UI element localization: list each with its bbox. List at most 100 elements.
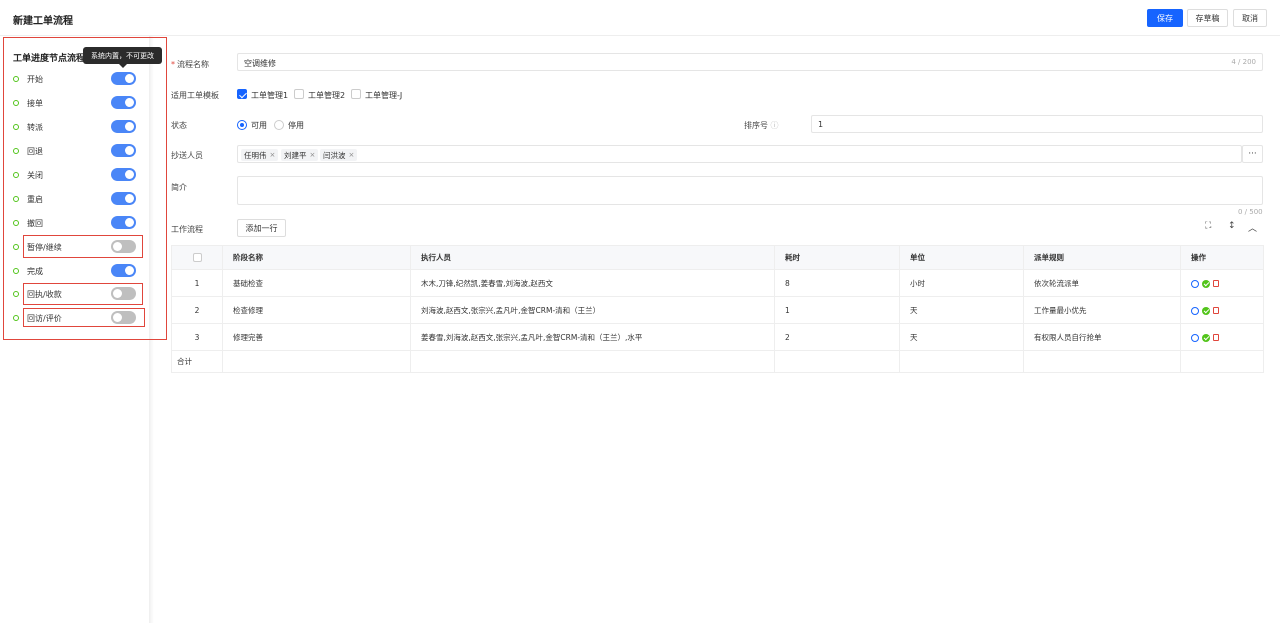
workflow-label: 工作流程 [171,225,203,234]
remove-icon[interactable]: × [270,151,276,159]
highlight-outline [23,283,143,305]
unit-cell[interactable]: 小时 [899,269,1024,297]
dispatch-rule-cell[interactable]: 有权限人员自行抢单 [1023,323,1181,351]
unit-cell[interactable]: 天 [899,296,1024,324]
sort-number-label: 排序号 ⓘ [744,121,779,130]
column-header: 操作 [1180,245,1264,270]
dispatch-rule-cell[interactable]: 依次轮流派单 [1023,269,1181,297]
fullscreen-icon[interactable]: ⛶ [1205,221,1211,231]
intro-textarea[interactable] [237,176,1263,205]
column-height-icon[interactable]: ↕ [1228,221,1236,231]
node-toggle[interactable] [111,72,136,85]
executors-cell[interactable]: 木木,刀锋,纪然凯,姜春雪,刘海波,赵西文 [410,269,775,297]
process-name-input[interactable]: 空调维修 4 / 200 [237,53,1263,71]
template-label: 适用工单模板 [171,91,219,100]
unit-cell[interactable]: 天 [899,323,1024,351]
node-label: 开始 [27,75,43,84]
column-header: 单位 [899,245,1024,270]
dispatch-rule-cell[interactable]: 工作量最小优先 [1023,296,1181,324]
status-label: 状态 [171,121,187,130]
node-dot-icon [13,100,19,106]
node-toggle[interactable] [111,192,136,205]
node-toggle[interactable] [111,96,136,109]
status-disabled-label: 停用 [288,121,304,130]
confirm-icon[interactable] [1202,306,1210,315]
node-dot-icon [13,76,19,82]
node-toggle[interactable] [111,168,136,181]
table-row[interactable]: 3 修理完善 姜春雪,刘海波,赵西文,张宗兴,孟凡叶,金智CRM-清和（王兰）,水平… [171,323,1264,351]
column-header: 阶段名称 [222,245,411,270]
template-checkbox-2[interactable] [294,89,304,99]
table-header-row: 阶段名称 执行人员 耗时 单位 派单规则 操作 [171,245,1264,270]
save-draft-button[interactable]: 存草稿 [1187,9,1228,27]
process-node: 重启 [0,192,150,206]
add-row-button[interactable]: 添加一行 [237,219,286,237]
page-title: 新建工单流程 [13,16,73,27]
settings-icon[interactable] [1191,333,1199,342]
sort-number-value: 1 [818,120,824,129]
delete-icon[interactable] [1213,307,1219,314]
node-label: 撤回 [27,219,43,228]
select-all-checkbox[interactable] [192,253,202,263]
status-available-radio[interactable] [237,120,247,130]
duration-cell[interactable]: 1 [774,296,900,324]
node-label: 接单 [27,99,43,108]
process-node: 关闭 [0,168,150,182]
node-dot-icon [13,315,19,321]
process-name-value: 空调维修 [244,59,276,68]
cc-tag[interactable]: 刘建平 × [281,149,319,161]
settings-icon[interactable] [1191,279,1199,288]
table-row[interactable]: 1 基础检查 木木,刀锋,纪然凯,姜春雪,刘海波,赵西文 8 小时 依次轮流派单 [171,269,1264,297]
cc-tag[interactable]: 任明伟 × [241,149,279,161]
node-label: 回退 [27,147,43,156]
process-node: 转派 [0,120,150,134]
status-disabled-radio[interactable] [274,120,284,130]
confirm-icon[interactable] [1202,333,1210,342]
cancel-button[interactable]: 取消 [1233,9,1267,27]
save-button[interactable]: 保存 [1147,9,1183,27]
process-name-label: * 流程名称 [171,60,209,69]
confirm-icon[interactable] [1202,279,1210,288]
executors-cell[interactable]: 姜春雪,刘海波,赵西文,张宗兴,孟凡叶,金智CRM-清和（王兰）,水平 [410,323,775,351]
stage-name-cell[interactable]: 检查修理 [222,296,411,324]
node-dot-icon [13,124,19,130]
remove-icon[interactable]: × [310,151,316,159]
template-checkbox-3[interactable] [351,89,361,99]
workflow-table: 阶段名称 执行人员 耗时 单位 派单规则 操作 1 基础检查 木木,刀锋,纪然凯,姜… [171,245,1264,373]
node-toggle[interactable] [111,264,136,277]
template-checkbox-1[interactable] [237,89,247,99]
sort-number-input[interactable]: 1 [811,115,1263,133]
executors-cell[interactable]: 刘海波,赵西文,张宗兴,孟凡叶,金智CRM-清和（王兰） [410,296,775,324]
table-row[interactable]: 2 检查修理 刘海波,赵西文,张宗兴,孟凡叶,金智CRM-清和（王兰） 1 天工作量最小… [171,296,1264,324]
settings-icon[interactable] [1191,306,1199,315]
node-dot-icon [13,196,19,202]
stage-name-cell[interactable]: 基础检查 [222,269,411,297]
column-header: 耗时 [774,245,900,270]
remove-icon[interactable]: × [349,151,355,159]
cc-tag[interactable]: 闫洪波 × [320,149,358,161]
status-available-label: 可用 [251,121,267,130]
collapse-icon[interactable]: ︿ [1248,221,1257,234]
template-option-1: 工单管理1 [251,91,289,100]
column-header: 执行人员 [410,245,775,270]
row-number: 1 [171,269,223,297]
process-node: 撤回 [0,216,150,230]
delete-icon[interactable] [1213,334,1219,341]
duration-cell[interactable]: 2 [774,323,900,351]
node-label: 关闭 [27,171,43,180]
template-option-3: 工单管理-J [365,91,403,100]
template-option-2: 工单管理2 [308,91,346,100]
more-icon[interactable]: ··· [1242,145,1263,163]
node-toggle[interactable] [111,216,136,229]
total-label: 合计 [171,350,223,373]
actions-cell [1180,296,1264,324]
node-dot-icon [13,172,19,178]
node-toggle[interactable] [111,120,136,133]
cc-people-input[interactable] [237,145,1242,163]
delete-icon[interactable] [1213,280,1219,287]
stage-name-cell[interactable]: 修理完善 [222,323,411,351]
duration-cell[interactable]: 8 [774,269,900,297]
row-number: 3 [171,323,223,351]
tooltip-arrow [119,64,127,68]
node-toggle[interactable] [111,144,136,157]
